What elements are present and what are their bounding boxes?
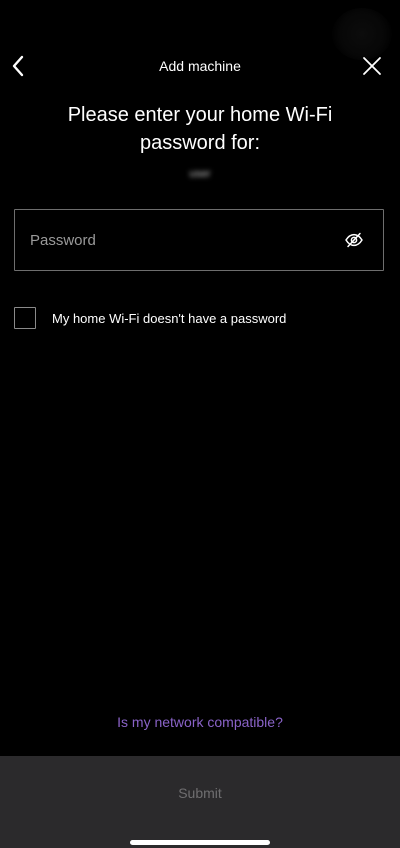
footer-bar: Submit xyxy=(0,756,400,848)
no-password-label: My home Wi-Fi doesn't have a password xyxy=(52,310,287,326)
password-input[interactable] xyxy=(30,210,330,270)
heading-line-1: Please enter your home Wi-Fi xyxy=(67,104,333,126)
top-nav-bar: Add machine xyxy=(0,44,400,88)
network-compatibility-link[interactable]: Is my network compatible? xyxy=(0,714,400,730)
close-icon xyxy=(363,57,381,75)
wifi-password-heading: Please enter your home Wi-Fi password fo… xyxy=(20,101,380,157)
show-password-toggle[interactable] xyxy=(343,230,365,250)
page-title: Add machine xyxy=(159,58,241,74)
network-name: user xyxy=(189,168,211,180)
password-field xyxy=(14,209,384,271)
submit-button[interactable]: Submit xyxy=(0,756,400,830)
no-password-option[interactable]: My home Wi-Fi doesn't have a password xyxy=(14,306,384,330)
home-indicator xyxy=(130,840,270,845)
no-password-checkbox[interactable] xyxy=(14,307,36,329)
heading-line-2: password for: xyxy=(139,132,261,154)
close-button[interactable] xyxy=(360,54,384,78)
eye-slash-icon xyxy=(345,232,363,248)
